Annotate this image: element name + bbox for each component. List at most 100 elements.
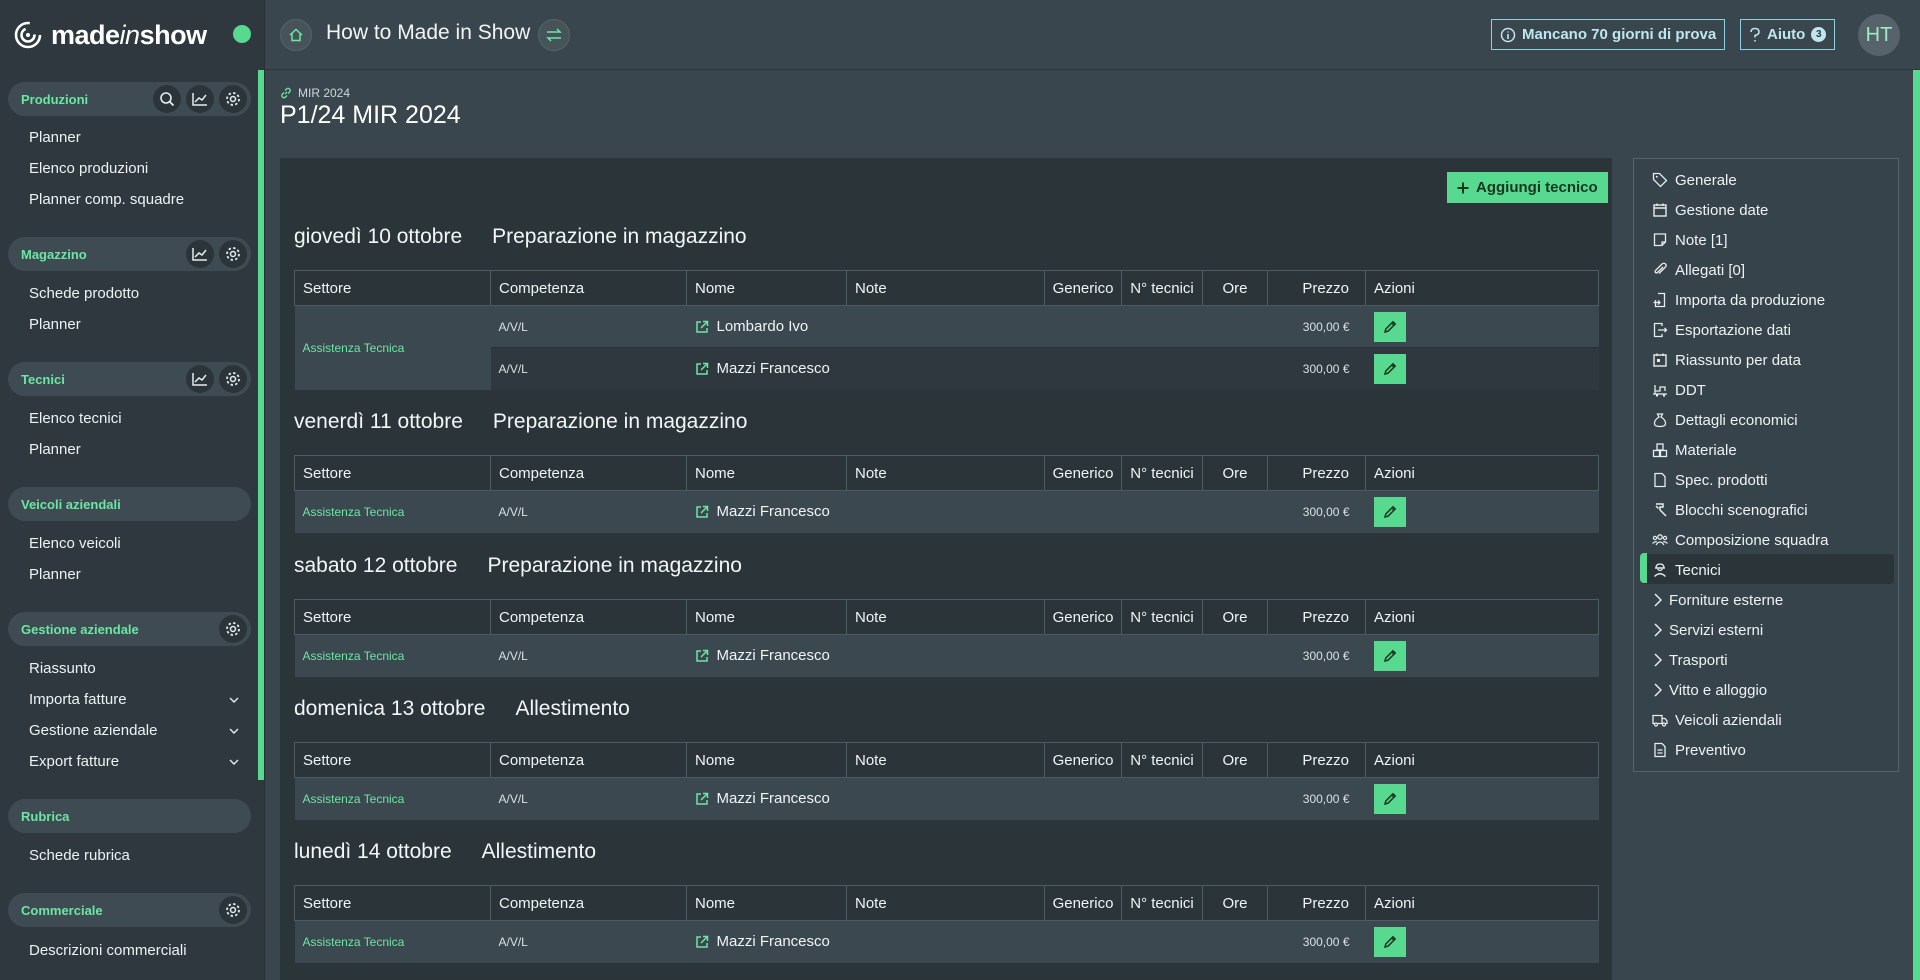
column-header-note[interactable]: Note: [846, 885, 1045, 921]
nav-item-importa-da-produzione[interactable]: Importa da produzione: [1652, 288, 1825, 312]
column-header-competenza[interactable]: Competenza: [490, 885, 687, 921]
table-row[interactable]: Assistenza Tecnica A/V/L Mazzi Francesco 3…: [294, 920, 1599, 963]
nav-item-preventivo[interactable]: Preventivo: [1652, 738, 1746, 762]
column-header-azioni[interactable]: Azioni: [1365, 599, 1599, 635]
section-produzioni[interactable]: Produzioni: [8, 82, 251, 116]
sidebar-item-planner-comp-squadre[interactable]: Planner comp. squadre: [29, 191, 239, 208]
column-header-nome[interactable]: Nome: [686, 455, 847, 491]
column-header-azioni[interactable]: Azioni: [1365, 742, 1599, 778]
gear-icon[interactable]: [219, 240, 247, 268]
nav-item-servizi-esterni[interactable]: Servizi esterni: [1652, 618, 1763, 642]
external-link-icon[interactable]: [695, 362, 709, 376]
avatar[interactable]: HT: [1858, 14, 1900, 56]
nav-item-ddt[interactable]: DDT: [1652, 378, 1706, 402]
column-header-settore[interactable]: Settore: [294, 270, 491, 306]
table-row[interactable]: Assistenza Tecnica A/V/L Mazzi Francesco 3…: [294, 490, 1599, 533]
nav-item-vitto-e-alloggio[interactable]: Vitto e alloggio: [1652, 678, 1767, 702]
column-header-generico[interactable]: Generico: [1044, 270, 1122, 306]
column-header-competenza[interactable]: Competenza: [490, 270, 687, 306]
column-header-generico[interactable]: Generico: [1044, 885, 1122, 921]
sidebar-item-elenco-tecnici[interactable]: Elenco tecnici: [29, 410, 239, 427]
nav-item-riassunto-per-data[interactable]: Riassunto per data: [1652, 348, 1801, 372]
column-header-nome[interactable]: Nome: [686, 270, 847, 306]
help-button[interactable]: Aiuto 3: [1740, 19, 1836, 50]
section-veicoli-aziendali[interactable]: Veicoli aziendali: [8, 487, 251, 521]
search-icon[interactable]: [153, 85, 181, 113]
technician-name[interactable]: Lombardo Ivo: [717, 318, 809, 335]
nav-item-trasporti[interactable]: Trasporti: [1652, 648, 1728, 672]
sidebar-item-export-fatture[interactable]: Export fatture: [29, 753, 239, 770]
column-header-n-tecnici[interactable]: N° tecnici: [1121, 885, 1203, 921]
external-link-icon[interactable]: [695, 505, 709, 519]
technician-name[interactable]: Mazzi Francesco: [717, 647, 830, 664]
nav-item-composizione-squadra[interactable]: Composizione squadra: [1652, 528, 1828, 552]
column-header-prezzo[interactable]: Prezzo: [1267, 270, 1366, 306]
column-header-ore[interactable]: Ore: [1202, 885, 1268, 921]
table-row[interactable]: Assistenza Tecnica A/V/L Mazzi Francesco 3…: [294, 777, 1599, 820]
gear-icon[interactable]: [219, 615, 247, 643]
table-row[interactable]: Assistenza Tecnica A/V/L Mazzi Francesco 3…: [294, 634, 1599, 677]
sidebar-item-descrizioni-commerciali[interactable]: Descrizioni commerciali: [29, 942, 239, 959]
sidebar-item-gestione-aziendale[interactable]: Gestione aziendale: [29, 722, 239, 739]
column-header-note[interactable]: Note: [846, 599, 1045, 635]
column-header-azioni[interactable]: Azioni: [1365, 885, 1599, 921]
column-header-nome[interactable]: Nome: [686, 885, 847, 921]
breadcrumb[interactable]: MIR 2024: [280, 86, 350, 100]
column-header-note[interactable]: Note: [846, 270, 1045, 306]
section-magazzino[interactable]: Magazzino: [8, 237, 251, 271]
brand-name[interactable]: madeinshow: [51, 20, 207, 51]
nav-item-note-1[interactable]: Note [1]: [1652, 228, 1728, 252]
column-header-settore[interactable]: Settore: [294, 455, 491, 491]
column-header-azioni[interactable]: Azioni: [1365, 455, 1599, 491]
column-header-competenza[interactable]: Competenza: [490, 599, 687, 635]
home-button[interactable]: [280, 19, 312, 51]
technician-name[interactable]: Mazzi Francesco: [717, 933, 830, 950]
external-link-icon[interactable]: [695, 792, 709, 806]
edit-button[interactable]: [1373, 783, 1406, 814]
column-header-n-tecnici[interactable]: N° tecnici: [1121, 270, 1203, 306]
nav-item-materiale[interactable]: Materiale: [1652, 438, 1737, 462]
nav-item-dettagli-economici[interactable]: Dettagli economici: [1652, 408, 1798, 432]
external-link-icon[interactable]: [695, 320, 709, 334]
column-header-ore[interactable]: Ore: [1202, 455, 1268, 491]
gear-icon[interactable]: [219, 365, 247, 393]
sidebar-item-schede-rubrica[interactable]: Schede rubrica: [29, 847, 239, 864]
section-gestione-aziendale[interactable]: Gestione aziendale: [8, 612, 251, 646]
column-header-generico[interactable]: Generico: [1044, 455, 1122, 491]
section-commerciale[interactable]: Commerciale: [8, 893, 251, 927]
nav-item-veicoli-aziendali[interactable]: Veicoli aziendali: [1652, 708, 1782, 732]
edit-button[interactable]: [1373, 311, 1406, 342]
technician-name[interactable]: Mazzi Francesco: [717, 790, 830, 807]
nav-item-spec-prodotti[interactable]: Spec. prodotti: [1652, 468, 1768, 492]
sidebar-item-importa-fatture[interactable]: Importa fatture: [29, 691, 239, 708]
sidebar-item-schede-prodotto[interactable]: Schede prodotto: [29, 285, 239, 302]
column-header-ore[interactable]: Ore: [1202, 599, 1268, 635]
column-header-generico[interactable]: Generico: [1044, 742, 1122, 778]
sidebar-scrollbar[interactable]: [258, 70, 264, 780]
column-header-azioni[interactable]: Azioni: [1365, 270, 1599, 306]
column-header-note[interactable]: Note: [846, 742, 1045, 778]
column-header-prezzo[interactable]: Prezzo: [1267, 742, 1366, 778]
column-header-prezzo[interactable]: Prezzo: [1267, 885, 1366, 921]
gear-icon[interactable]: [219, 896, 247, 924]
nav-item-generale[interactable]: Generale: [1652, 168, 1737, 192]
sidebar-item-planner-veicoli[interactable]: Planner: [29, 566, 239, 583]
chart-line-icon[interactable]: [186, 85, 214, 113]
nav-item-esportazione-dati[interactable]: Esportazione dati: [1652, 318, 1791, 342]
column-header-ore[interactable]: Ore: [1202, 742, 1268, 778]
column-header-settore[interactable]: Settore: [294, 599, 491, 635]
column-header-generico[interactable]: Generico: [1044, 599, 1122, 635]
column-header-competenza[interactable]: Competenza: [490, 742, 687, 778]
edit-button[interactable]: [1373, 496, 1406, 527]
column-header-note[interactable]: Note: [846, 455, 1045, 491]
section-tecnici[interactable]: Tecnici: [8, 362, 251, 396]
column-header-nome[interactable]: Nome: [686, 599, 847, 635]
nav-item-forniture-esterne[interactable]: Forniture esterne: [1652, 588, 1783, 612]
sidebar-item-planner[interactable]: Planner: [29, 129, 239, 146]
column-header-ore[interactable]: Ore: [1202, 270, 1268, 306]
table-row[interactable]: A/V/L Mazzi Francesco 300,00 €: [295, 347, 1599, 390]
add-technician-button[interactable]: Aggiungi tecnico: [1447, 172, 1608, 203]
column-header-n-tecnici[interactable]: N° tecnici: [1121, 599, 1203, 635]
external-link-icon[interactable]: [695, 649, 709, 663]
nav-item-tecnici[interactable]: Tecnici: [1652, 558, 1721, 582]
